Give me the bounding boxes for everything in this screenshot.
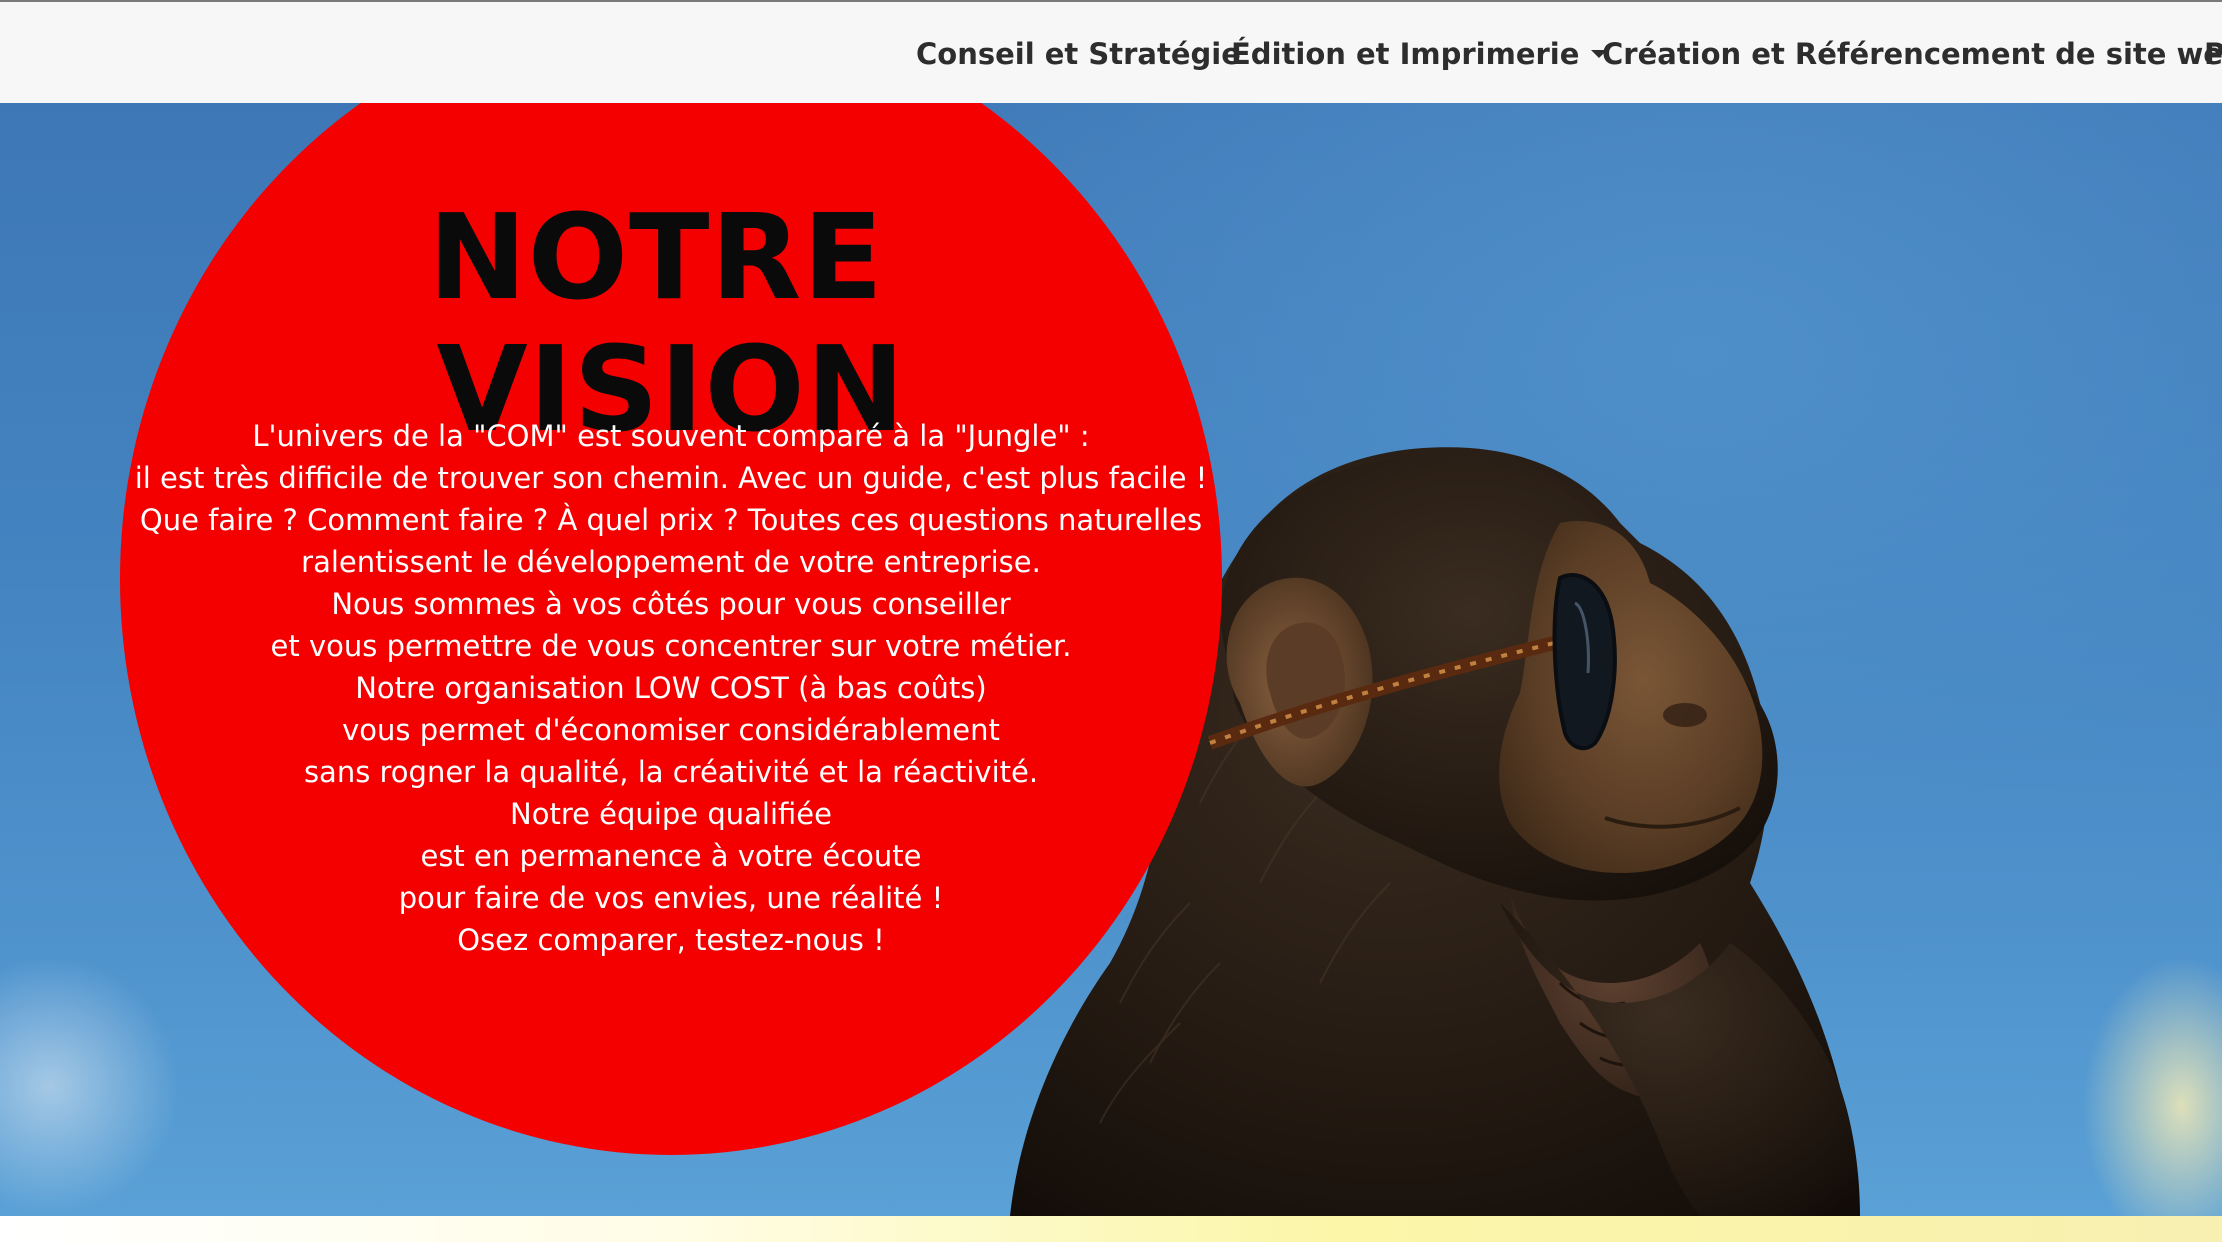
nav-item-label: Création et Référencement de site web: [1602, 37, 2222, 71]
vision-line: et vous permettre de vous concentrer sur…: [270, 629, 1072, 663]
vision-heading-line1: NOTRE: [427, 188, 885, 327]
bottom-gradient-strip: [0, 1216, 2222, 1242]
nav-item-creation-referencement[interactable]: Création et Référencement de site web: [1602, 32, 2222, 76]
nav-item-label: Conseil et Stratégie: [916, 37, 1241, 71]
vision-paragraph: L'univers de la "COM" est souvent compar…: [120, 415, 1222, 961]
vision-line: vous permet d'économiser considérablemen…: [342, 713, 1000, 747]
vision-line: il est très difficile de trouver son che…: [134, 461, 1208, 495]
hero-banner: NOTRE VISION L'univers de la "COM" est s…: [0, 103, 2222, 1216]
vision-line: L'univers de la "COM" est souvent compar…: [252, 419, 1090, 453]
vision-line: pour faire de vos envies, une réalité !: [398, 881, 944, 915]
page: Conseil et Stratégie Édition et Imprimer…: [0, 0, 2222, 1242]
vision-line: Notre organisation LOW COST (à bas coûts…: [355, 671, 987, 705]
vision-line: est en permanence à votre écoute: [420, 839, 922, 873]
nav-item-label: P: [2204, 37, 2222, 71]
vision-line: Osez comparer, testez-nous !: [457, 923, 885, 957]
vision-line: Notre équipe qualifiée: [510, 797, 832, 831]
vision-line: Nous sommes à vos côtés pour vous consei…: [331, 587, 1011, 621]
top-navigation-bar: Conseil et Stratégie Édition et Imprimer…: [0, 0, 2222, 103]
vision-line: sans rogner la qualité, la créativité et…: [303, 755, 1039, 789]
nav-item-truncated[interactable]: P: [2204, 32, 2222, 76]
vision-line: ralentissent le développement de votre e…: [301, 545, 1041, 579]
vision-line: Que faire ? Comment faire ? À quel prix …: [139, 503, 1203, 537]
nav-item-label: Édition et Imprimerie: [1231, 37, 1580, 71]
nav-item-conseil-strategie[interactable]: Conseil et Stratégie: [916, 32, 1241, 76]
nav-item-edition-imprimerie[interactable]: Édition et Imprimerie: [1231, 32, 1608, 76]
